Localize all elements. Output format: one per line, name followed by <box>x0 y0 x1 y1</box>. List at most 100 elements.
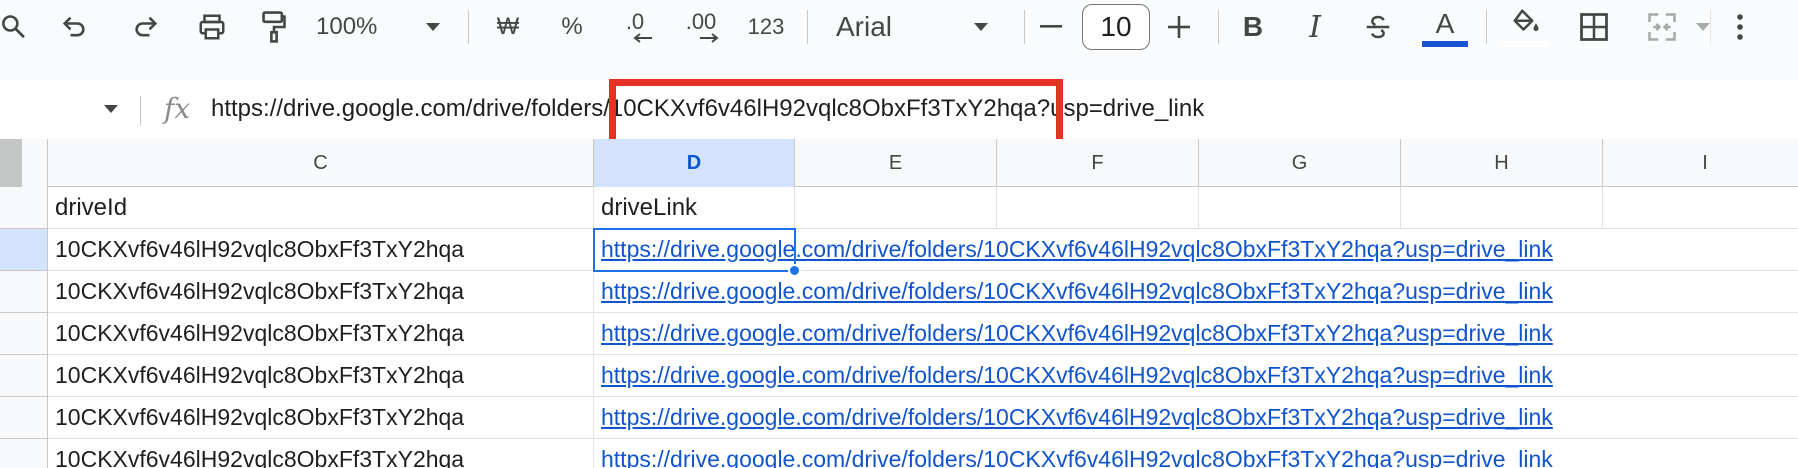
table-row: 10CKXvf6v46lH92vqlc8ObxFf3TxY2hqa https:… <box>48 355 1798 397</box>
select-all-corner[interactable] <box>0 139 48 187</box>
percent-icon: % <box>561 13 583 40</box>
cell-driveid[interactable]: 10CKXvf6v46lH92vqlc8ObxFf3TxY2hqa <box>48 313 594 354</box>
cell-drivelink-header[interactable]: driveLink <box>594 187 795 228</box>
zoom-value: 100% <box>316 13 378 40</box>
name-box-dropdown[interactable] <box>96 96 126 122</box>
paint-format-icon[interactable] <box>256 6 292 48</box>
toolbar-divider <box>1486 10 1487 44</box>
more-options-button[interactable] <box>1720 6 1760 48</box>
plus-icon <box>1168 16 1190 38</box>
toolbar-divider <box>807 10 808 44</box>
row-header[interactable] <box>0 313 48 355</box>
italic-button[interactable]: I <box>1298 6 1332 48</box>
print-icon[interactable] <box>192 6 232 48</box>
search-menus-icon[interactable] <box>0 6 30 48</box>
text-color-swatch <box>1422 41 1468 47</box>
format-percent-button[interactable]: % <box>554 6 590 48</box>
column-header-c[interactable]: C <box>48 139 594 187</box>
row-header[interactable] <box>0 187 48 229</box>
cell-driveid[interactable]: 10CKXvf6v46lH92vqlc8ObxFf3TxY2hqa <box>48 397 594 438</box>
cell-drivelink[interactable]: https://drive.google.com/drive/folders/1… <box>594 397 1798 438</box>
cell-drivelink[interactable]: https://drive.google.com/drive/folders/1… <box>594 355 1798 396</box>
table-row-header: driveId driveLink <box>48 187 1798 229</box>
font-family-select[interactable]: Arial <box>836 6 976 48</box>
strikethrough-button[interactable] <box>1360 6 1396 48</box>
cell-drivelink[interactable]: https://drive.google.com/drive/folders/1… <box>594 439 1798 468</box>
decrease-font-size-button[interactable] <box>1036 6 1066 48</box>
row-header[interactable] <box>0 355 48 397</box>
arrow-right-icon <box>700 33 719 43</box>
table-row: 10CKXvf6v46lH92vqlc8ObxFf3TxY2hqa https:… <box>48 439 1798 468</box>
column-header-d[interactable]: D <box>594 139 795 187</box>
font-size-input[interactable]: 10 <box>1082 4 1150 50</box>
fx-icon: fx <box>164 92 191 125</box>
merge-cells-button[interactable] <box>1644 6 1680 48</box>
increase-decimal-button[interactable]: .00 <box>680 6 722 48</box>
cell-driveid-header[interactable]: driveId <box>48 187 594 228</box>
column-header-row: C D E F G H I <box>0 139 1798 187</box>
spreadsheet-grid: C D E F G H I driveId driveLink 10CKXvf6… <box>0 139 1798 468</box>
cell-drivelink[interactable]: https://drive.google.com/drive/folders/1… <box>594 271 1798 312</box>
redo-icon[interactable] <box>128 6 164 48</box>
merge-cells-icon <box>1648 13 1676 41</box>
toolbar-divider <box>1024 10 1025 44</box>
fill-color-swatch <box>1503 41 1549 47</box>
corner-bar <box>0 139 22 187</box>
toolbar-divider <box>1218 10 1219 44</box>
cell-empty[interactable] <box>795 187 997 228</box>
toolbar-divider <box>1710 10 1711 44</box>
table-row: 10CKXvf6v46lH92vqlc8ObxFf3TxY2hqa https:… <box>48 271 1798 313</box>
row-header[interactable] <box>0 439 48 468</box>
column-header-e[interactable]: E <box>795 139 997 187</box>
column-header-i[interactable]: I <box>1603 139 1798 187</box>
cell-driveid[interactable]: 10CKXvf6v46lH92vqlc8ObxFf3TxY2hqa <box>48 271 594 312</box>
currency-icon: ₩ <box>496 13 520 40</box>
chevron-down-icon[interactable] <box>966 6 996 48</box>
cell-drivelink[interactable]: https://drive.google.com/drive/folders/1… <box>594 229 1798 270</box>
text-color-icon: A <box>1435 8 1455 39</box>
table-row: 10CKXvf6v46lH92vqlc8ObxFf3TxY2hqa https:… <box>48 229 1798 271</box>
column-header-f[interactable]: F <box>997 139 1199 187</box>
cell-driveid[interactable]: 10CKXvf6v46lH92vqlc8ObxFf3TxY2hqa <box>48 439 594 468</box>
number-format-label: 123 <box>747 14 785 39</box>
fill-handle[interactable] <box>788 264 801 277</box>
row-header[interactable] <box>0 271 48 313</box>
increase-decimal-label: .00 <box>685 9 717 34</box>
decrease-decimal-button[interactable]: .0 <box>614 6 656 48</box>
cell-empty[interactable] <box>997 187 1199 228</box>
minus-icon <box>1040 25 1062 28</box>
cell-drivelink[interactable]: https://drive.google.com/drive/folders/1… <box>594 313 1798 354</box>
cell-driveid[interactable]: 10CKXvf6v46lH92vqlc8ObxFf3TxY2hqa <box>48 229 594 270</box>
cell-empty[interactable] <box>1401 187 1603 228</box>
toolbar-divider <box>468 10 469 44</box>
arrow-left-icon <box>633 33 652 43</box>
font-name-value: Arial <box>836 11 893 42</box>
increase-font-size-button[interactable] <box>1164 6 1194 48</box>
font-size-value: 10 <box>1100 11 1132 42</box>
cell-empty[interactable] <box>1199 187 1401 228</box>
italic-icon: I <box>1309 9 1321 45</box>
chevron-down-icon[interactable] <box>418 6 448 48</box>
formula-divider <box>140 96 141 126</box>
more-formats-button[interactable]: 123 <box>744 6 788 48</box>
chevron-down-icon <box>104 105 118 113</box>
borders-icon <box>1580 13 1608 41</box>
bold-button[interactable]: B <box>1236 6 1270 48</box>
table-row: 10CKXvf6v46lH92vqlc8ObxFf3TxY2hqa https:… <box>48 397 1798 439</box>
row-header-active[interactable] <box>0 229 48 271</box>
undo-icon[interactable] <box>56 6 92 48</box>
cell-driveid[interactable]: 10CKXvf6v46lH92vqlc8ObxFf3TxY2hqa <box>48 355 594 396</box>
decrease-decimal-label: .0 <box>625 9 645 34</box>
bold-icon: B <box>1242 11 1264 42</box>
column-header-g[interactable]: G <box>1199 139 1401 187</box>
column-header-h[interactable]: H <box>1401 139 1603 187</box>
paint-bucket-icon <box>1513 9 1539 32</box>
toolbar-gap <box>0 54 1798 80</box>
toolbar: 100% ₩ % .0 .00 123 Arial 10 B I A <box>0 0 1798 54</box>
more-vert-icon <box>1737 14 1743 40</box>
formula-input[interactable]: https://drive.google.com/drive/folders/1… <box>211 95 1204 123</box>
zoom-select[interactable]: 100% <box>316 6 402 48</box>
borders-button[interactable] <box>1574 6 1614 48</box>
row-header[interactable] <box>0 397 48 439</box>
format-currency-button[interactable]: ₩ <box>490 6 526 48</box>
